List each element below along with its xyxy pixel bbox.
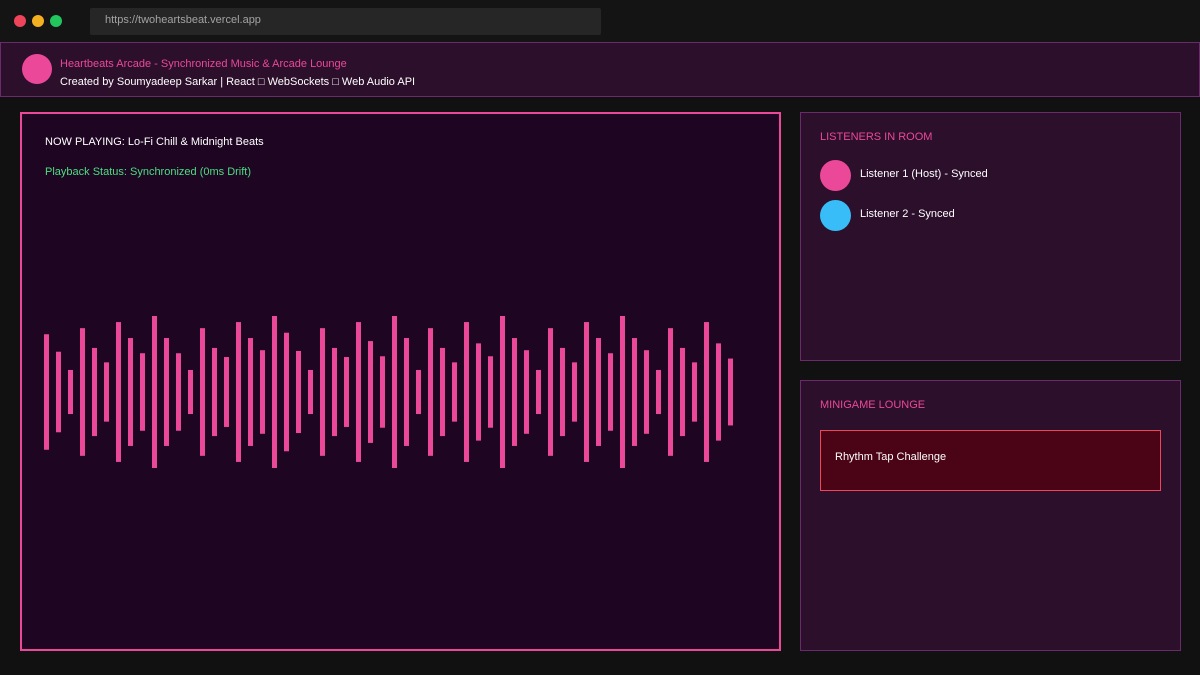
game-card-label: Rhythm Tap Challenge [835,451,947,463]
visualizer-bar [536,369,541,415]
listeners-heading: LISTENERS IN ROOM [820,131,933,143]
visualizer-bar [668,328,673,456]
listener-avatar-1 [820,160,851,191]
listener-label-2: Listener 2 - Synced [860,208,955,220]
visualizer-bar [200,328,205,456]
visualizer-bar [188,369,193,415]
visualizer-bar [44,334,49,450]
visualizer-bar [620,316,625,468]
audio-visualizer [44,316,733,468]
visualizer-bar [596,338,601,446]
visualizer-bar [464,322,469,462]
visualizer-bar [104,362,109,422]
visualizer-bar [548,328,553,456]
app-header: Heartbeats Arcade - Synchronized Music &… [0,42,1200,97]
visualizer-bar [224,357,229,427]
listeners-panel: LISTENERS IN ROOM Listener 1 (Host) - Sy… [800,112,1181,361]
window-maximize-button[interactable] [50,15,62,27]
visualizer-bar [392,316,397,468]
minigame-panel: MINIGAME LOUNGE Rhythm Tap Challenge [800,380,1181,651]
visualizer-bar [68,369,73,415]
visualizer-bar [500,316,505,468]
minigame-heading: MINIGAME LOUNGE [820,399,926,411]
visualizer-bar [164,338,169,446]
visualizer-bar [656,369,661,415]
visualizer-bar [632,338,637,446]
visualizer-bar [284,332,289,452]
window-close-button[interactable] [14,15,26,27]
visualizer-bar [584,322,589,462]
visualizer-bar [560,347,565,437]
visualizer-bar [140,353,145,431]
visualizer-bar [380,356,385,428]
visualizer-bar [512,338,517,446]
visualizer-bar [692,362,697,422]
visualizer-bar [92,347,97,437]
visualizer-bar [428,328,433,456]
visualizer-bar [320,328,325,456]
visualizer-bar [572,362,577,422]
player-panel: NOW PLAYING: Lo-Fi Chill & Midnight Beat… [20,112,781,651]
game-card-rhythm-tap[interactable]: Rhythm Tap Challenge [820,430,1161,491]
visualizer-bar [116,322,121,462]
visualizer-bar [368,341,373,443]
visualizer-bar [272,316,277,468]
visualizer-bar [704,322,709,462]
visualizer-bar [344,357,349,427]
window-minimize-button[interactable] [32,15,44,27]
visualizer-bar [716,343,721,441]
browser-chrome: https://twoheartsbeat.vercel.app [0,0,1200,42]
visualizer-bar [308,369,313,415]
visualizer-bar [356,322,361,462]
visualizer-bar [728,358,733,426]
app-title: Heartbeats Arcade - Synchronized Music &… [60,58,347,70]
visualizer-bar [644,350,649,434]
visualizer-bar [332,347,337,437]
visualizer-bar [176,353,181,431]
app-logo-icon [22,54,52,84]
visualizer-bar [488,356,493,428]
visualizer-bar [56,351,61,433]
visualizer-bar [680,347,685,437]
visualizer-bar [80,328,85,456]
visualizer-bar [260,350,265,434]
visualizer-bar [440,347,445,437]
visualizer-bar [128,338,133,446]
listener-avatar-2 [820,200,851,231]
visualizer-bar [452,362,457,422]
visualizer-bar [296,350,301,434]
visualizer-bar [248,338,253,446]
visualizer-bar [152,316,157,468]
visualizer-bar [476,343,481,441]
visualizer-bar [524,350,529,434]
address-bar[interactable]: https://twoheartsbeat.vercel.app [90,8,601,35]
app-credit: Created by Soumyadeep Sarkar | React □ W… [60,76,416,88]
visualizer-bar [416,369,421,415]
visualizer-bar [608,353,613,431]
listener-label-1: Listener 1 (Host) - Synced [860,168,988,180]
visualizer-bar [212,347,217,437]
visualizer-bar [236,322,241,462]
visualizer-bar [404,338,409,446]
